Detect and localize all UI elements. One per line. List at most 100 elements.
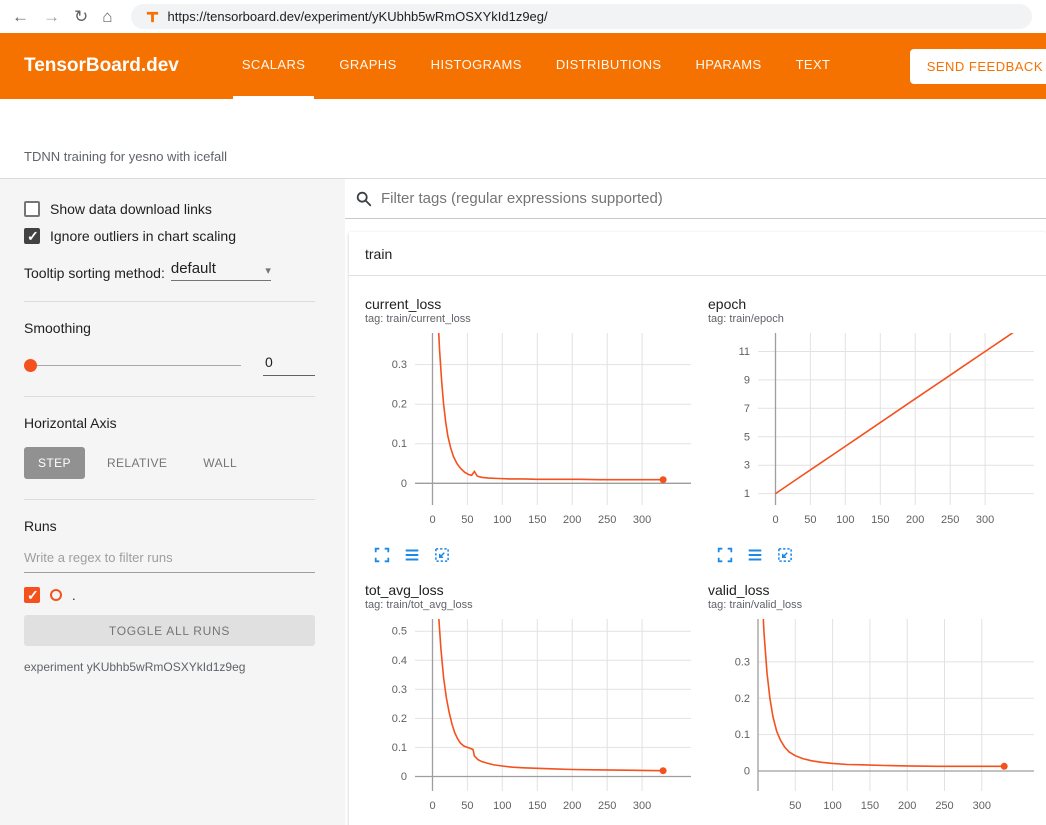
log-scale-icon[interactable] xyxy=(746,546,764,564)
run-row[interactable]: . xyxy=(24,587,315,603)
train-section-header[interactable]: train xyxy=(349,232,1046,276)
svg-text:100: 100 xyxy=(823,800,841,812)
content-area: Show data download links Ignore outliers… xyxy=(0,179,1046,825)
app-header: TensorBoard.dev SCALARSGRAPHS HISTOGRAMSD… xyxy=(0,33,1046,99)
ignore-outliers-checkbox[interactable]: Ignore outliers in chart scaling xyxy=(24,228,315,244)
toggle-all-runs-button[interactable]: TOGGLE ALL RUNS xyxy=(24,615,315,646)
tab-hparams[interactable]: HPARAMS xyxy=(686,33,770,99)
tab-graphs[interactable]: GRAPHS xyxy=(330,33,405,99)
tab-scalars[interactable]: SCALARS xyxy=(233,33,315,99)
chart-tag: tag: train/tot_avg_loss xyxy=(365,599,700,611)
svg-text:0: 0 xyxy=(744,766,750,778)
svg-text:200: 200 xyxy=(563,514,581,526)
tag-filter-row xyxy=(345,179,1046,219)
svg-text:100: 100 xyxy=(493,514,511,526)
run-color-swatch xyxy=(50,589,62,601)
show-download-links-checkbox[interactable]: Show data download links xyxy=(24,201,315,217)
tab-distributions[interactable]: DISTRIBUTIONS xyxy=(547,33,671,99)
tensorboard-favicon xyxy=(145,9,160,24)
experiment-subheader: TDNN training for yesno with icefall xyxy=(0,99,1046,179)
tooltip-sorting-dropdown[interactable]: default ▾ xyxy=(171,260,271,281)
svg-text:300: 300 xyxy=(633,800,651,812)
axis-option-step[interactable]: STEP xyxy=(24,447,85,479)
divider xyxy=(24,499,315,500)
chart-plot-valid-loss[interactable]: 00.10.20.350100150200250300 xyxy=(706,613,1040,821)
main-panel: train current_loss tag: train/current_lo… xyxy=(345,179,1046,825)
log-scale-icon[interactable] xyxy=(403,546,421,564)
svg-text:0: 0 xyxy=(772,514,778,526)
tensorboard-logo[interactable]: TensorBoard.dev xyxy=(24,55,179,77)
chart-title: tot_avg_loss xyxy=(365,582,700,598)
browser-refresh-button[interactable]: ↻ xyxy=(74,8,88,25)
chart-plot-current-loss[interactable]: 00.10.20.3050100150200250300 xyxy=(363,327,697,535)
svg-text:200: 200 xyxy=(563,800,581,812)
svg-text:50: 50 xyxy=(461,800,473,812)
chart-plot-epoch[interactable]: 1357911050100150200250300 xyxy=(706,327,1040,535)
browser-back-button[interactable]: ← xyxy=(12,8,29,25)
url-text: https://tensorboard.dev/experiment/yKUbh… xyxy=(168,9,548,24)
svg-text:0.1: 0.1 xyxy=(392,742,407,754)
run-checkbox[interactable] xyxy=(24,587,40,603)
svg-text:300: 300 xyxy=(973,800,991,812)
chart-title: epoch xyxy=(708,296,1043,312)
tooltip-sorting-row: Tooltip sorting method: default ▾ xyxy=(24,260,315,281)
svg-text:250: 250 xyxy=(941,514,959,526)
svg-text:150: 150 xyxy=(861,800,879,812)
svg-text:250: 250 xyxy=(598,800,616,812)
svg-text:0.1: 0.1 xyxy=(392,438,407,450)
svg-text:0.5: 0.5 xyxy=(392,626,407,638)
axis-option-relative[interactable]: RELATIVE xyxy=(93,447,181,479)
chart-plot-tot-avg-loss[interactable]: 00.10.20.30.40.5050100150200250300 xyxy=(363,613,697,821)
fit-domain-icon[interactable] xyxy=(776,546,794,564)
horizontal-axis-label: Horizontal Axis xyxy=(24,415,315,431)
tab-histograms[interactable]: HISTOGRAMS xyxy=(422,33,531,99)
svg-text:150: 150 xyxy=(528,514,546,526)
svg-text:9: 9 xyxy=(744,374,750,386)
svg-text:0.3: 0.3 xyxy=(735,656,750,668)
experiment-title: TDNN training for yesno with icefall xyxy=(24,149,227,164)
chart-title: current_loss xyxy=(365,296,700,312)
chart-toolbar xyxy=(706,546,1043,564)
svg-text:250: 250 xyxy=(598,514,616,526)
horizontal-axis-toggle: STEPRELATIVEWALL xyxy=(24,447,315,479)
svg-text:0.2: 0.2 xyxy=(735,693,750,705)
browser-home-button[interactable]: ⌂ xyxy=(102,8,112,25)
checkbox-label: Show data download links xyxy=(50,201,212,217)
tab-text[interactable]: TEXT xyxy=(787,33,840,99)
smoothing-value-input[interactable]: 0 xyxy=(263,354,315,376)
experiment-id: experiment yKUbhb5wRmOSXYkId1z9eg xyxy=(24,660,315,674)
smoothing-row: 0 xyxy=(24,354,315,376)
svg-text:3: 3 xyxy=(744,460,750,472)
fit-domain-icon[interactable] xyxy=(433,546,451,564)
svg-text:50: 50 xyxy=(804,514,816,526)
svg-text:0: 0 xyxy=(401,478,407,490)
tooltip-sorting-label: Tooltip sorting method: xyxy=(24,265,165,281)
checkbox-icon xyxy=(24,201,40,217)
axis-option-wall[interactable]: WALL xyxy=(189,447,251,479)
tag-filter-input[interactable] xyxy=(381,190,1046,207)
svg-text:0.2: 0.2 xyxy=(392,399,407,411)
tensorboard-page: ← → ↻ ⌂ https://tensorboard.dev/experime… xyxy=(0,0,1046,825)
send-feedback-button[interactable]: SEND FEEDBACK xyxy=(910,49,1046,84)
slider-thumb[interactable] xyxy=(24,359,37,372)
expand-chart-icon[interactable] xyxy=(373,546,391,564)
smoothing-slider[interactable] xyxy=(24,359,241,372)
svg-text:150: 150 xyxy=(528,800,546,812)
chart-tag: tag: train/current_loss xyxy=(365,313,700,325)
runs-label: Runs xyxy=(24,518,315,534)
chart-card-epoch: epoch tag: train/epoch 13579110501001502… xyxy=(706,296,1043,564)
svg-text:200: 200 xyxy=(906,514,924,526)
browser-forward-button[interactable]: → xyxy=(43,8,60,25)
svg-text:300: 300 xyxy=(633,514,651,526)
svg-text:0: 0 xyxy=(429,800,435,812)
svg-text:0.2: 0.2 xyxy=(392,713,407,725)
expand-chart-icon[interactable] xyxy=(716,546,734,564)
browser-chrome: ← → ↻ ⌂ https://tensorboard.dev/experime… xyxy=(0,0,1046,33)
runs-filter-input[interactable] xyxy=(24,544,315,573)
run-name: . xyxy=(72,588,76,603)
svg-text:0: 0 xyxy=(401,771,407,783)
svg-text:0.1: 0.1 xyxy=(735,729,750,741)
svg-text:300: 300 xyxy=(976,514,994,526)
chevron-down-icon: ▾ xyxy=(265,264,271,277)
address-bar[interactable]: https://tensorboard.dev/experiment/yKUbh… xyxy=(131,4,1032,29)
